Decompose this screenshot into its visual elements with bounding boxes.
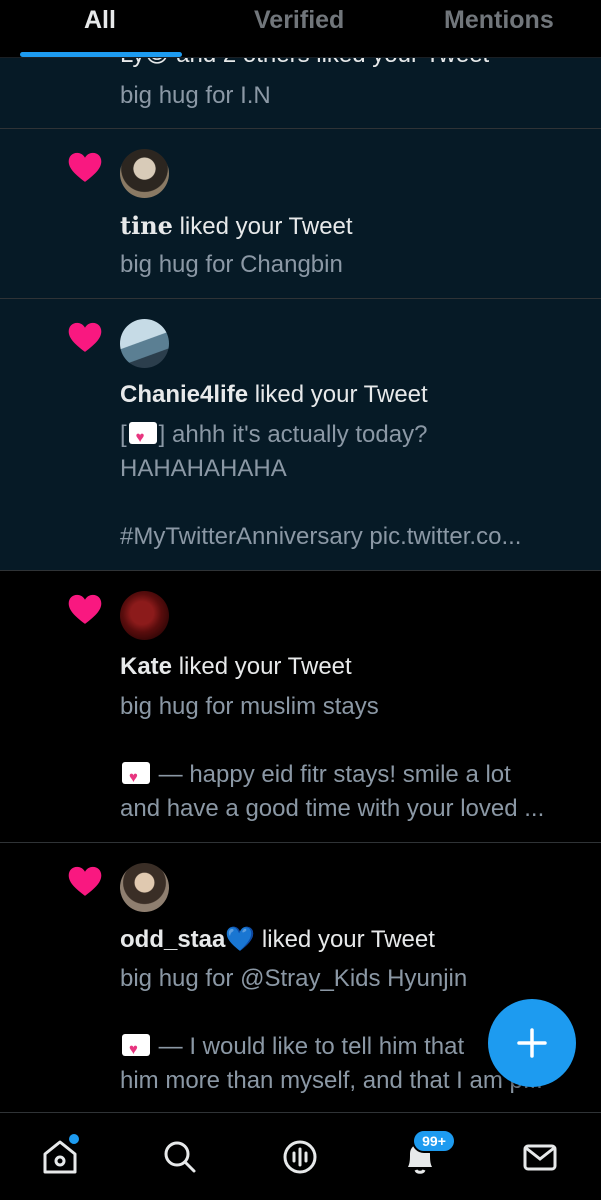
avatar[interactable] [120, 319, 169, 368]
compose-tweet-button[interactable] [488, 999, 576, 1087]
tweet-snippet: [ ] ahhh it's actually today? [120, 418, 580, 452]
love-letter-icon [128, 421, 157, 452]
action-text: liked your Tweet [178, 653, 352, 680]
notification-text: odd_staa💙 liked your Tweet [120, 925, 435, 954]
snippet-text: — I would like to tell him that [152, 1033, 465, 1060]
heart-icon [68, 152, 102, 182]
love-letter-icon [122, 1033, 150, 1064]
notification-text: 𝐭𝐢𝐧𝐞 liked your Tweet [120, 211, 353, 241]
action-text: liked your Tweet [261, 926, 435, 953]
notification-item[interactable]: Chanie4life liked your Tweet [ ] ahhh it'… [0, 299, 601, 571]
new-content-dot [69, 1134, 79, 1144]
tweet-snippet: HAHAHAHAHA [120, 455, 287, 482]
messages-icon [523, 1144, 557, 1171]
notification-subtitle: big hug for I.N [120, 82, 271, 109]
actor-name[interactable]: 𝐭𝐢𝐧𝐞 [120, 211, 173, 240]
action-text: liked your Tweet [179, 213, 353, 240]
notification-subtitle: big hug for muslim stays [120, 693, 379, 720]
heart-icon [68, 322, 102, 352]
tab-mentions[interactable]: Mentions [444, 6, 554, 35]
action-text: liked your Tweet [254, 381, 428, 408]
snippet-text: [ [120, 421, 127, 448]
avatar[interactable] [120, 863, 169, 912]
plus-icon [517, 1028, 547, 1058]
spaces-icon [283, 1140, 317, 1174]
notification-item[interactable]: Kate liked your Tweet big hug for muslim… [0, 571, 601, 843]
notification-text: Kate liked your Tweet [120, 653, 352, 681]
love-letter-icon [122, 761, 150, 792]
nav-messages[interactable] [520, 1137, 560, 1177]
nav-notifications[interactable]: 99+ [400, 1129, 456, 1177]
actor-name[interactable]: odd_staa💙 [120, 926, 255, 953]
notification-item[interactable]: 𝐭𝐢𝐧𝐞 liked your Tweet big hug for Changb… [0, 129, 601, 299]
tab-verified[interactable]: Verified [254, 6, 344, 35]
heart-icon [68, 866, 102, 896]
heart-icon [68, 594, 102, 624]
tweet-snippet: and have a good time with your loved ... [120, 795, 545, 822]
notification-subtitle: big hug for Changbin [120, 251, 343, 278]
tab-all[interactable]: All [84, 6, 116, 35]
active-tab-indicator [20, 52, 182, 57]
tweet-snippet: — happy eid fitr stays! smile a lot [120, 758, 580, 792]
snippet-text: — happy eid fitr stays! smile a lot [152, 761, 511, 788]
notification-tabs: All Verified Mentions [0, 0, 601, 58]
notification-subtitle: big hug for @Stray_Kids Hyunjin [120, 965, 468, 992]
notification-text: Chanie4life liked your Tweet [120, 381, 428, 409]
nav-search[interactable] [160, 1137, 200, 1177]
avatar[interactable] [120, 149, 169, 198]
tweet-snippet: #MyTwitterAnniversary pic.twitter.co... [120, 523, 522, 550]
notification-count-badge: 99+ [412, 1129, 456, 1153]
snippet-text: ] ahhh it's actually today? [158, 421, 428, 448]
actor-name[interactable]: Chanie4life [120, 381, 248, 408]
bottom-nav: 99+ [0, 1112, 601, 1200]
avatar[interactable] [120, 591, 169, 640]
nav-spaces[interactable] [280, 1137, 320, 1177]
search-icon [164, 1141, 196, 1173]
nav-home[interactable] [40, 1134, 80, 1177]
actor-name[interactable]: Kate [120, 653, 172, 680]
